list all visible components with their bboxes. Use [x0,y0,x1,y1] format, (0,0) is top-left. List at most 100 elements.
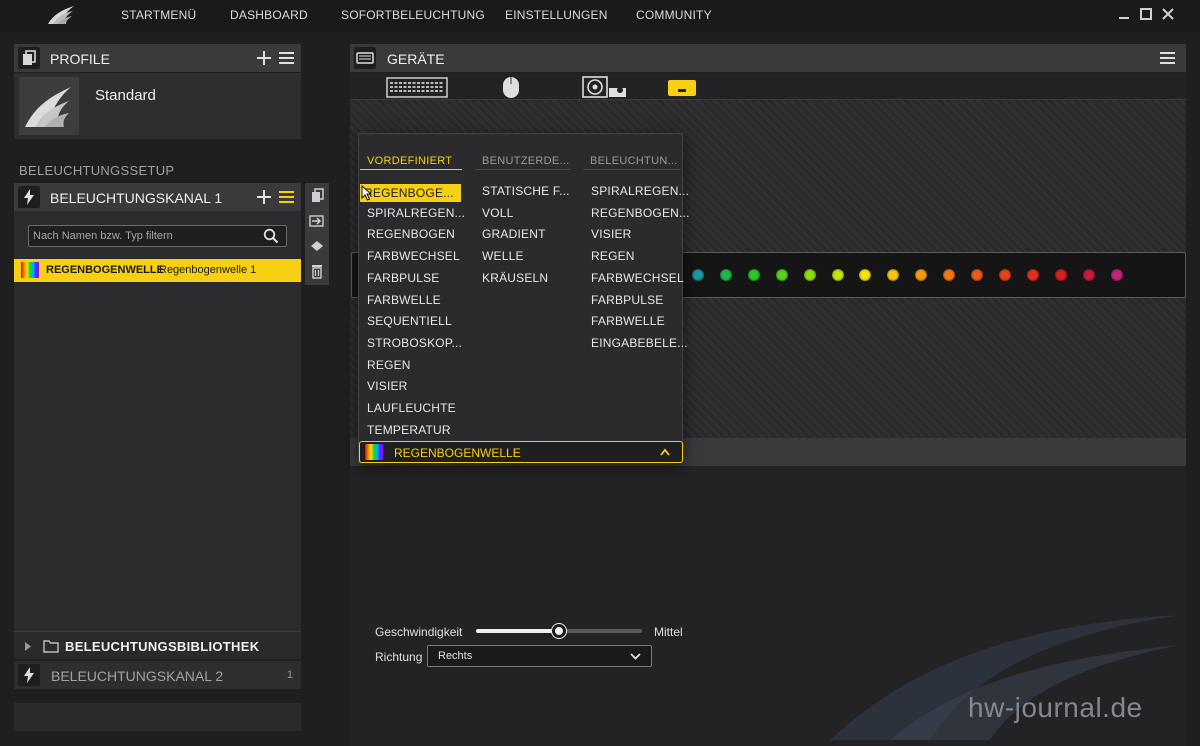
effect-row-selected[interactable]: REGENBOGENWELLE Regenbogenwelle 1 [14,259,301,282]
lighting-library-header[interactable]: BELEUCHTUNGSBIBLIOTHEK [14,631,301,659]
effect-option[interactable]: TEMPERATUR [367,423,451,437]
mousepad-device-icon[interactable] [668,76,696,98]
nav-community[interactable]: COMMUNITY [636,8,712,22]
led-indicator [1082,269,1095,281]
lightning-icon [18,186,40,208]
effect-option[interactable]: REGEN [591,249,635,263]
copy-icon[interactable] [309,188,325,204]
effect-option[interactable]: GRADIENT [482,227,546,241]
reorder-icon[interactable] [309,238,325,254]
channel-menu-icon[interactable] [279,191,294,203]
device-strip [350,73,1186,100]
assign-icon[interactable] [309,213,325,229]
effect-option[interactable]: EINGABEBELE... [591,336,688,350]
effect-option[interactable]: VISIER [591,227,632,241]
tab-underline [475,169,571,170]
speed-slider-fill [476,629,559,633]
led-indicator [719,269,732,281]
led-indicator [971,269,983,281]
mouse-device-icon[interactable] [502,76,520,98]
effect-option[interactable]: VISIER [367,379,408,393]
fan-cooler-device-icon[interactable] [582,76,628,98]
effect-option[interactable]: VOLL [482,206,514,220]
chevron-up-icon[interactable] [660,448,670,456]
lighting-channel-2-title: BELEUCHTUNGSKANAL 2 [51,668,224,684]
maximize-icon[interactable] [1138,6,1154,22]
tab-benutzerdefiniert[interactable]: BENUTZERDE... [482,155,570,167]
nav-dashboard[interactable]: DASHBOARD [230,8,308,22]
lighting-channel-1-title: BELEUCHTUNGSKANAL 1 [50,190,223,206]
effect-option[interactable]: REGEN [367,358,411,372]
effect-option[interactable]: SPIRALREGEN... [591,184,689,198]
direction-select[interactable]: Rechts [427,645,652,667]
filter-input[interactable] [33,229,258,243]
chevron-down-icon[interactable] [630,653,641,660]
effect-option[interactable]: FARBWELLE [591,314,665,328]
speed-slider-knob[interactable] [552,624,566,638]
effect-option[interactable]: FARBWECHSEL [591,271,684,285]
minimize-icon[interactable] [1116,6,1132,22]
speed-value: Mittel [654,625,683,639]
rainbow-swatch-icon [365,444,383,460]
effect-option[interactable]: FARBPULSE [367,271,440,285]
effect-option[interactable]: STROBOSKOP... [367,336,462,350]
keyboard-device-icon[interactable] [386,76,448,98]
led-indicator [1054,269,1067,281]
rainbow-swatch-icon [21,262,39,278]
speed-label: Geschwindigkeit [375,625,463,639]
effect-option[interactable]: FARBWECHSEL [367,249,460,263]
effect-option[interactable]: REGENBOGEN [367,227,455,241]
profile-thumbnail-icon[interactable] [19,77,79,135]
nav-sofortbeleuchtung[interactable]: SOFORTBELEUCHTUNG [341,8,485,22]
selected-effect-label: REGENBOGENWELLE [394,446,521,460]
selected-effect-dropdown[interactable]: REGENBOGENWELLE [359,441,683,463]
led-indicator [1110,269,1123,281]
effect-option[interactable]: KRÄUSELN [482,271,548,285]
tab-beleuchtungsverknuepfung[interactable]: BELEUCHTUN... [590,155,678,167]
corsair-logo-icon[interactable] [46,4,76,26]
devices-menu-icon[interactable] [1160,52,1175,64]
trash-icon[interactable] [309,263,325,279]
filter-box [28,225,287,247]
lighting-channel-1-header[interactable]: BELEUCHTUNGSKANAL 1 [14,183,301,211]
effect-option[interactable]: SEQUENTIELL [367,314,452,328]
effect-name-label: Regenbogenwelle 1 [159,264,257,276]
search-icon[interactable] [263,228,279,244]
lighting-setup-label: BELEUCHTUNGSSETUP [19,163,175,178]
led-indicator [998,269,1011,281]
lighting-library-title: BELEUCHTUNGSBIBLIOTHEK [65,639,260,654]
effect-option[interactable]: SPIRALREGEN... [367,206,465,220]
folder-icon [43,640,59,653]
lighting-channel-2-header[interactable]: BELEUCHTUNGSKANAL 2 1 [14,661,301,689]
effect-option[interactable]: REGENBOGE... [360,184,461,202]
effect-option[interactable]: REGENBOGEN... [591,206,690,220]
expand-arrow-icon[interactable] [24,642,32,651]
effect-tools-bar [305,183,329,285]
profile-header: PROFILE [14,44,301,72]
direction-label: Richtung [375,650,423,664]
add-effect-button[interactable] [257,190,271,204]
devices-title: GERÄTE [387,51,445,67]
led-indicator [1026,269,1039,281]
effect-option[interactable]: LAUFLEUCHTE [367,401,456,415]
effect-option[interactable]: STATISCHE F... [482,184,570,198]
channel-2-count: 1 [286,669,293,681]
nav-startmenu[interactable]: STARTMENÜ [121,8,196,22]
effect-option[interactable]: FARBWELLE [367,293,441,307]
effect-dropdown-popup: VORDEFINIERT BENUTZERDE... BELEUCHTUN...… [358,133,689,463]
led-indicator [775,269,788,281]
add-profile-button[interactable] [257,51,271,65]
direction-value: Rechts [438,650,473,662]
profile-name[interactable]: Standard [95,87,156,104]
tab-underline [583,169,681,170]
keyboard-icon [354,47,376,69]
led-indicator [831,269,844,281]
lightning-icon [18,664,40,686]
effect-option[interactable]: WELLE [482,249,524,263]
effect-option[interactable]: FARBPULSE [591,293,664,307]
led-indicator [943,269,956,281]
tab-vordefiniert[interactable]: VORDEFINIERT [367,155,452,167]
profile-menu-icon[interactable] [279,52,294,64]
nav-einstellungen[interactable]: EINSTELLUNGEN [505,8,608,22]
close-icon[interactable] [1160,6,1176,22]
